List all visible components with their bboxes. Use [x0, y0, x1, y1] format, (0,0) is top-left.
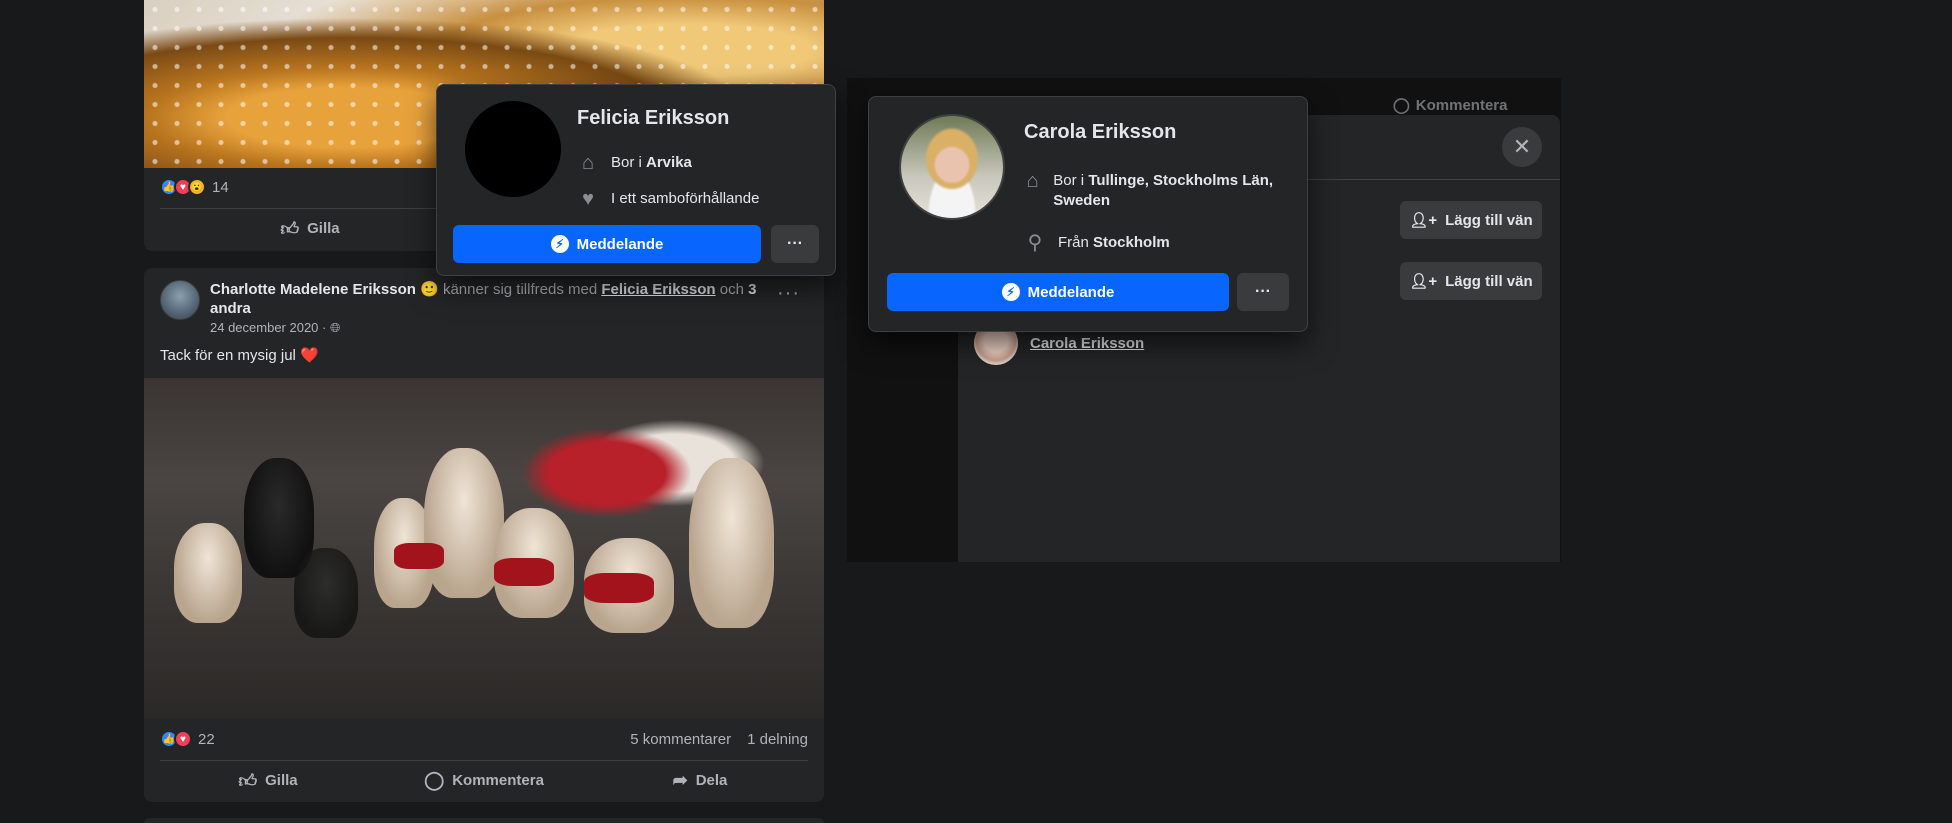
info-lives-in: ⌂ Bor i Arvika: [577, 153, 692, 173]
add-friend-button[interactable]: 👤︎+ Lägg till vän: [1400, 201, 1542, 239]
comment-bubble-icon: ◯: [1393, 97, 1410, 114]
globe-icon: 🌐︎: [329, 320, 341, 335]
add-friend-button[interactable]: 👤︎+ Lägg till vän: [1400, 262, 1542, 300]
post-more-icon[interactable]: ···: [777, 282, 800, 305]
location-pin-icon: ⚲: [1027, 232, 1043, 254]
profile-name[interactable]: Carola Eriksson: [1024, 121, 1176, 144]
comment-hint: ◯ Kommentera: [1393, 96, 1508, 115]
profile-hover-card: Felicia Eriksson ⌂ Bor i Arvika ♥ I ett …: [436, 84, 836, 276]
home-icon: ⌂: [1026, 170, 1039, 192]
profile-hover-card: Carola Eriksson ⌂ Bor i Tullinge, Stockh…: [868, 96, 1308, 332]
message-button[interactable]: ⚡︎ Meddelande: [887, 273, 1229, 311]
message-button[interactable]: ⚡︎ Meddelande: [453, 225, 761, 263]
post-timestamp[interactable]: 24 december 2020 · 🌐︎: [210, 320, 340, 336]
share-arrow-icon: ➦: [672, 770, 688, 790]
love-reaction-icon: ♥: [174, 730, 192, 748]
messenger-icon: ⚡︎: [550, 235, 569, 253]
info-from: ⚲ Från Stockholm: [1024, 233, 1170, 253]
info-relationship: ♥ I ett samboförhållande: [577, 189, 759, 209]
post-stats: 5 kommentarer 1 delning: [630, 731, 808, 748]
feeling-emoji: 🙂: [420, 281, 439, 298]
post-photo-dogs[interactable]: [144, 378, 824, 718]
like-button[interactable]: 👍︎ Gilla: [160, 761, 376, 800]
home-icon: ⌂: [581, 152, 595, 174]
more-options-button[interactable]: ···: [771, 225, 819, 263]
reaction-summary[interactable]: 👍 ♥ 😮 14: [160, 178, 229, 196]
close-button[interactable]: ✕: [1502, 127, 1542, 167]
comment-bubble-icon: ◯: [424, 770, 445, 790]
share-button[interactable]: ➦ Dela: [592, 761, 808, 800]
post-text: Tack för en mysig jul ❤️: [160, 347, 319, 364]
profile-avatar[interactable]: [465, 101, 561, 197]
wow-reaction-icon: 😮: [188, 178, 206, 196]
feed-post: Charlotte Madelene Eriksson 🙂 känner sig…: [144, 268, 824, 802]
feeling-text: känner sig tillfreds med: [442, 281, 598, 298]
thumbs-up-icon: 👍︎: [280, 218, 300, 239]
thumbs-up-icon: 👍︎: [238, 770, 258, 791]
reaction-count: 22: [198, 730, 215, 748]
info-lives-in: ⌂ Bor i Tullinge, Stockholms Län, Sweden: [1024, 171, 1274, 211]
and-text: och: [719, 281, 744, 298]
reaction-summary[interactable]: 👍 ♥ 22: [160, 730, 215, 748]
shares-count-link[interactable]: 1 delning: [747, 731, 808, 748]
profile-avatar[interactable]: [899, 114, 1005, 220]
person-name-link[interactable]: Carola Eriksson: [1030, 335, 1144, 352]
comment-button[interactable]: ◯ Kommentera: [376, 761, 592, 800]
post-action-bar: 👍︎ Gilla: [160, 208, 460, 248]
author-avatar[interactable]: [160, 280, 200, 320]
add-friend-icon: 👤︎+: [1409, 212, 1438, 229]
more-options-button[interactable]: ···: [1237, 273, 1289, 311]
heart-icon: ♥: [582, 188, 594, 210]
next-post-edge: [144, 818, 824, 823]
post-action-bar: 👍︎ Gilla ◯ Kommentera ➦ Dela: [160, 760, 808, 800]
like-button[interactable]: 👍︎ Gilla: [160, 209, 460, 248]
close-icon: ✕: [1512, 134, 1532, 159]
messenger-icon: ⚡︎: [1001, 283, 1020, 301]
profile-name[interactable]: Felicia Eriksson: [577, 107, 729, 130]
reaction-count: 14: [212, 178, 229, 196]
add-friend-icon: 👤︎+: [1409, 273, 1438, 290]
comments-count-link[interactable]: 5 kommentarer: [630, 731, 731, 748]
author-name[interactable]: Charlotte Madelene Eriksson: [210, 281, 416, 298]
heart-emoji: ❤️: [300, 347, 319, 364]
tagged-person-link[interactable]: Felicia Eriksson: [601, 281, 715, 298]
